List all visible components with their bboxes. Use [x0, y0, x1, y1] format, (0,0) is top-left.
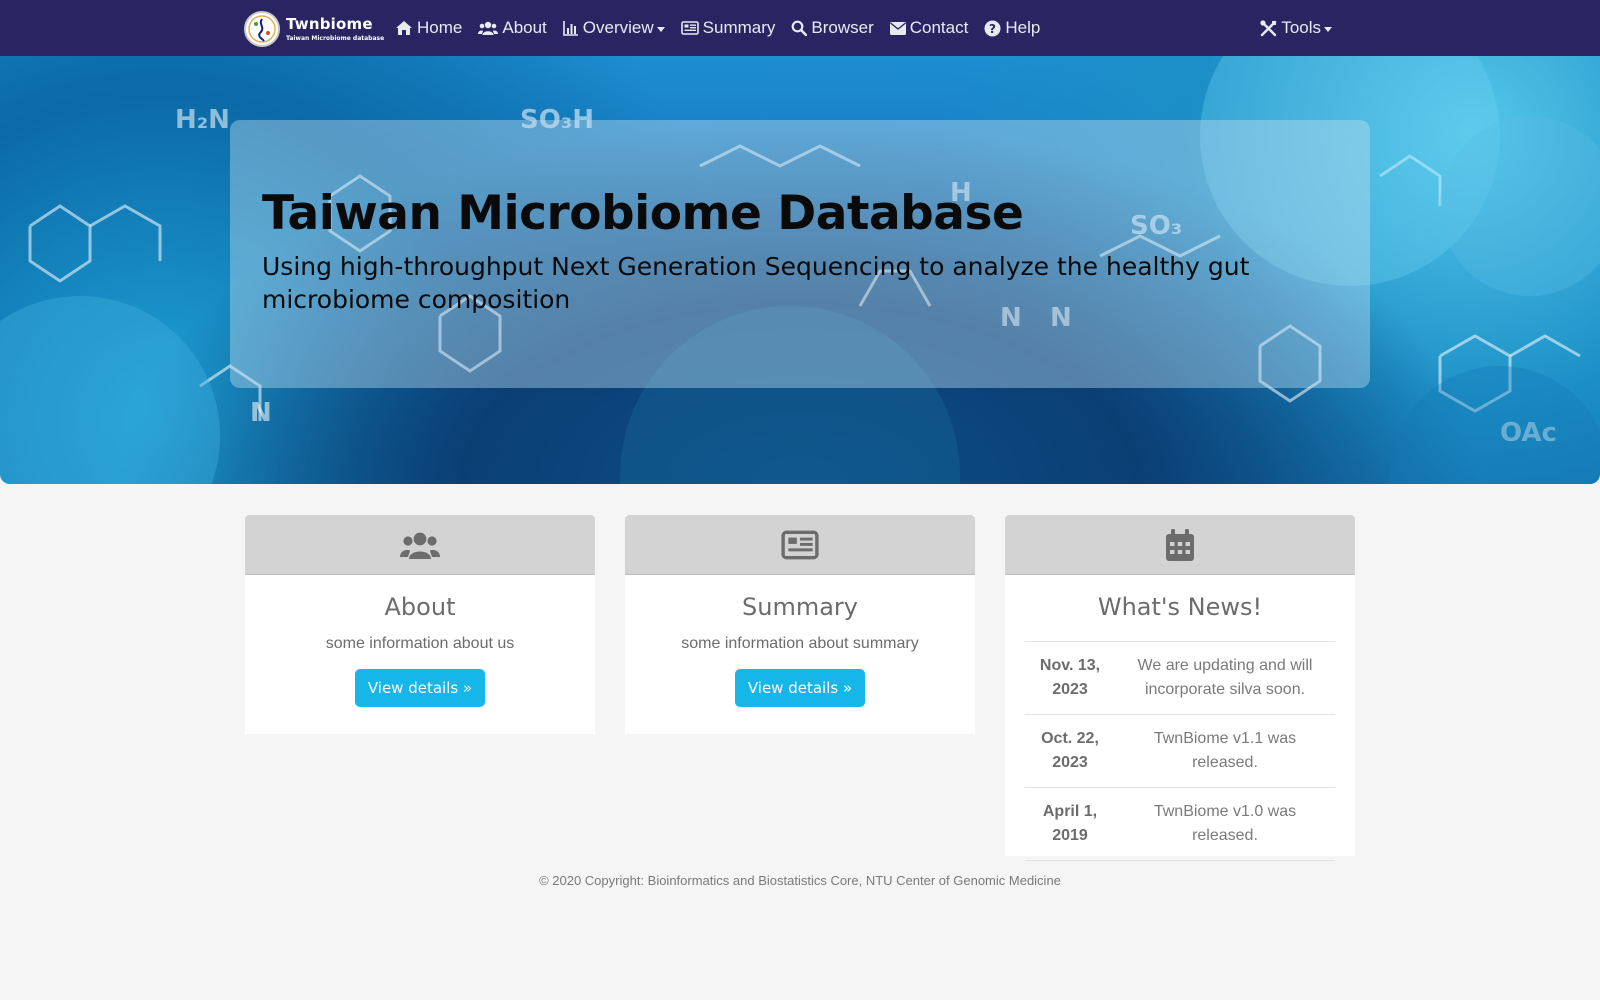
- hero-title: Taiwan Microbiome Database: [262, 186, 1024, 241]
- summary-card-text: some information about summary: [681, 635, 919, 652]
- hero-jumbotron: Taiwan Microbiome Database Using high-th…: [230, 120, 1370, 388]
- nav-help[interactable]: ? Help: [976, 0, 1048, 56]
- nav-browser[interactable]: Browser: [783, 0, 881, 56]
- brand-link[interactable]: Twnbiome Taiwan Microbiome database: [244, 11, 384, 47]
- home-icon: [396, 21, 412, 35]
- brand-subtitle: Taiwan Microbiome database: [286, 34, 385, 42]
- brand-logo: [244, 11, 280, 47]
- about-card-title: About: [384, 593, 456, 621]
- envelope-icon: [889, 21, 906, 35]
- news-list: Nov. 13, 2023 We are updating and will i…: [1025, 641, 1335, 861]
- nav-overview-label: Overview: [582, 18, 654, 37]
- news-item: Nov. 13, 2023 We are updating and will i…: [1025, 642, 1335, 715]
- news-item: April 1, 2019 TwnBiome v1.0 was released…: [1025, 788, 1335, 861]
- news-card: What's News! Nov. 13, 2023 We are updati…: [1005, 515, 1355, 861]
- calendar-icon: [1166, 528, 1194, 561]
- news-text: TwnBiome v1.0 was released.: [1153, 803, 1297, 844]
- search-icon: [791, 20, 808, 36]
- news-item: Oct. 22, 2023 TwnBiome v1.1 was released…: [1025, 715, 1335, 788]
- footer-copyright: © 2020 Copyright: Bioinformatics and Bio…: [539, 873, 1061, 888]
- nav-tools-dropdown[interactable]: Tools: [1252, 0, 1340, 56]
- news-date: Nov. 13, 2023: [1039, 657, 1101, 698]
- about-view-details-button[interactable]: View details »: [354, 669, 486, 707]
- svg-text:N: N: [250, 398, 272, 428]
- nav-overview-dropdown[interactable]: Overview: [555, 0, 673, 56]
- nav-summary[interactable]: Summary: [673, 0, 784, 56]
- navbar: Twnbiome Taiwan Microbiome database Home…: [0, 0, 1600, 56]
- summary-view-details-button[interactable]: View details »: [734, 669, 866, 707]
- brand-text: Twnbiome Taiwan Microbiome database: [286, 14, 385, 42]
- nav-contact-label: Contact: [909, 18, 969, 37]
- navbar-container: Twnbiome Taiwan Microbiome database Home…: [244, 0, 1348, 56]
- news-text: We are updating and will incorporate sil…: [1137, 657, 1313, 698]
- hero-banner: H₂N SO₃H SO₃ H N OAc N N Taiwan Microbio…: [0, 56, 1600, 484]
- svg-text:?: ?: [989, 22, 996, 36]
- tools-icon: [1260, 19, 1277, 36]
- nav-links: Home About Overview Summary Browser Cont…: [387, 0, 1048, 56]
- question-circle-icon: ?: [984, 20, 1001, 36]
- about-card-header: [245, 515, 595, 575]
- news-text: TwnBiome v1.1 was released.: [1153, 730, 1297, 771]
- nav-help-label: Help: [1005, 18, 1041, 37]
- news-card-header: [1005, 515, 1355, 575]
- summary-card: Summary some information about summary V…: [625, 515, 975, 734]
- newspaper-icon: [781, 530, 819, 559]
- nav-about-label: About: [502, 18, 547, 37]
- caret-down-icon: [656, 26, 665, 32]
- users-icon: [478, 21, 499, 35]
- about-card-text: some information about us: [325, 635, 515, 652]
- nav-contact[interactable]: Contact: [882, 0, 977, 56]
- hero-subtitle: Using high-throughput Next Generation Se…: [262, 252, 1250, 314]
- bar-chart-icon: [562, 21, 578, 36]
- brand-name: Twnbiome: [286, 14, 373, 33]
- svg-text:H₂N: H₂N: [175, 105, 230, 135]
- news-date: April 1, 2019: [1042, 803, 1098, 844]
- nav-home[interactable]: Home: [387, 0, 470, 56]
- nav-about[interactable]: About: [470, 0, 554, 56]
- about-card: About some information about us View det…: [245, 515, 595, 734]
- caret-down-icon: [1324, 26, 1332, 32]
- nav-summary-label: Summary: [702, 18, 776, 37]
- summary-card-header: [625, 515, 975, 575]
- news-date: Oct. 22, 2023: [1041, 730, 1099, 771]
- nav-tools-label: Tools: [1281, 18, 1321, 37]
- news-card-title: What's News!: [1097, 593, 1263, 621]
- summary-card-title: Summary: [742, 593, 858, 621]
- nav-right: Tools: [1252, 0, 1340, 56]
- nav-home-label: Home: [417, 18, 463, 37]
- nav-browser-label: Browser: [811, 18, 874, 37]
- users-icon: [400, 532, 440, 559]
- newspaper-icon: [680, 21, 699, 35]
